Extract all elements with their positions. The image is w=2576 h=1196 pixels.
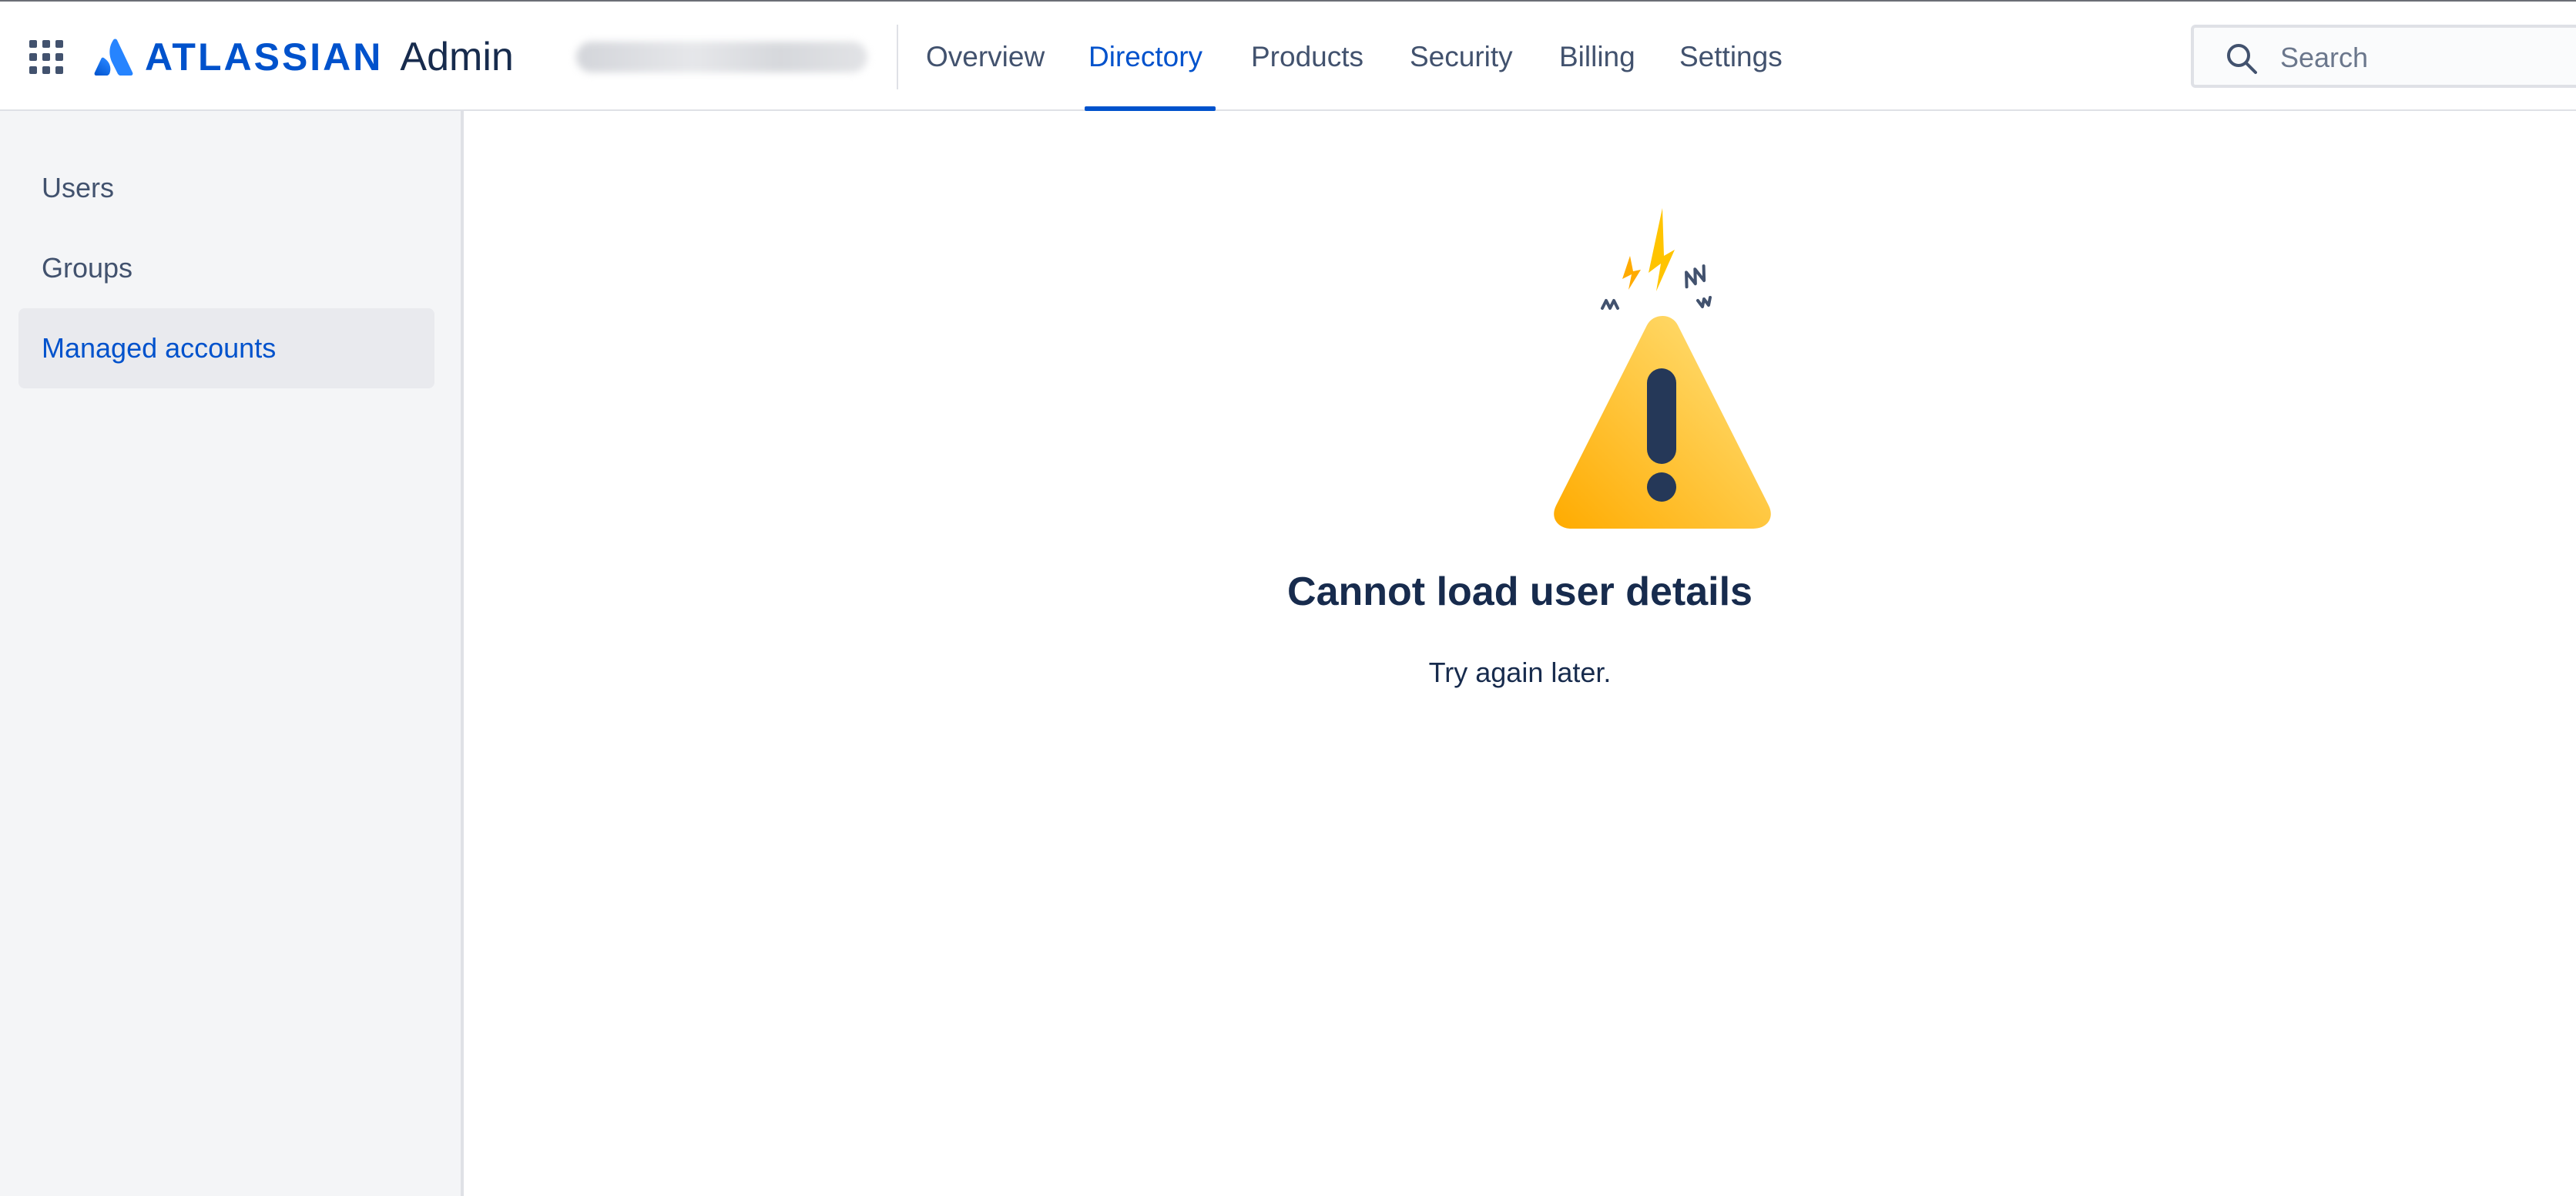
tab-overview[interactable]: Overview <box>926 2 1045 113</box>
atlassian-logo-icon <box>94 39 133 76</box>
tab-directory[interactable]: Directory <box>1088 2 1202 113</box>
sidebar-item-users[interactable]: Users <box>18 148 434 228</box>
app-switcher-grid-icon[interactable] <box>28 39 65 76</box>
tab-billing[interactable]: Billing <box>1559 2 1635 113</box>
tab-settings[interactable]: Settings <box>1679 2 1783 113</box>
search-icon <box>2227 44 2257 74</box>
warning-triangle-icon <box>1554 208 1771 529</box>
search-box[interactable] <box>2191 25 2576 88</box>
sidebar: Users Groups Managed accounts <box>0 111 464 1196</box>
product-name: Admin <box>400 35 514 79</box>
tab-products[interactable]: Products <box>1251 2 1363 113</box>
error-title: Cannot load user details <box>1287 569 1753 614</box>
brand-name: ATLASSIAN <box>145 35 384 79</box>
tab-security[interactable]: Security <box>1410 2 1513 113</box>
search-input[interactable] <box>2279 35 2574 80</box>
error-subtitle: Try again later. <box>1428 657 1612 688</box>
header-divider <box>897 25 898 89</box>
top-navigation-bar: ATLASSIAN Admin Overview Directory Produ… <box>0 0 2576 111</box>
sidebar-item-groups[interactable]: Groups <box>18 228 434 308</box>
main-content <box>464 111 2576 1196</box>
sidebar-item-managed-accounts[interactable]: Managed accounts <box>18 308 434 388</box>
atlassian-admin-logo[interactable]: ATLASSIAN Admin <box>94 32 514 82</box>
organization-name-redacted[interactable] <box>576 42 867 72</box>
